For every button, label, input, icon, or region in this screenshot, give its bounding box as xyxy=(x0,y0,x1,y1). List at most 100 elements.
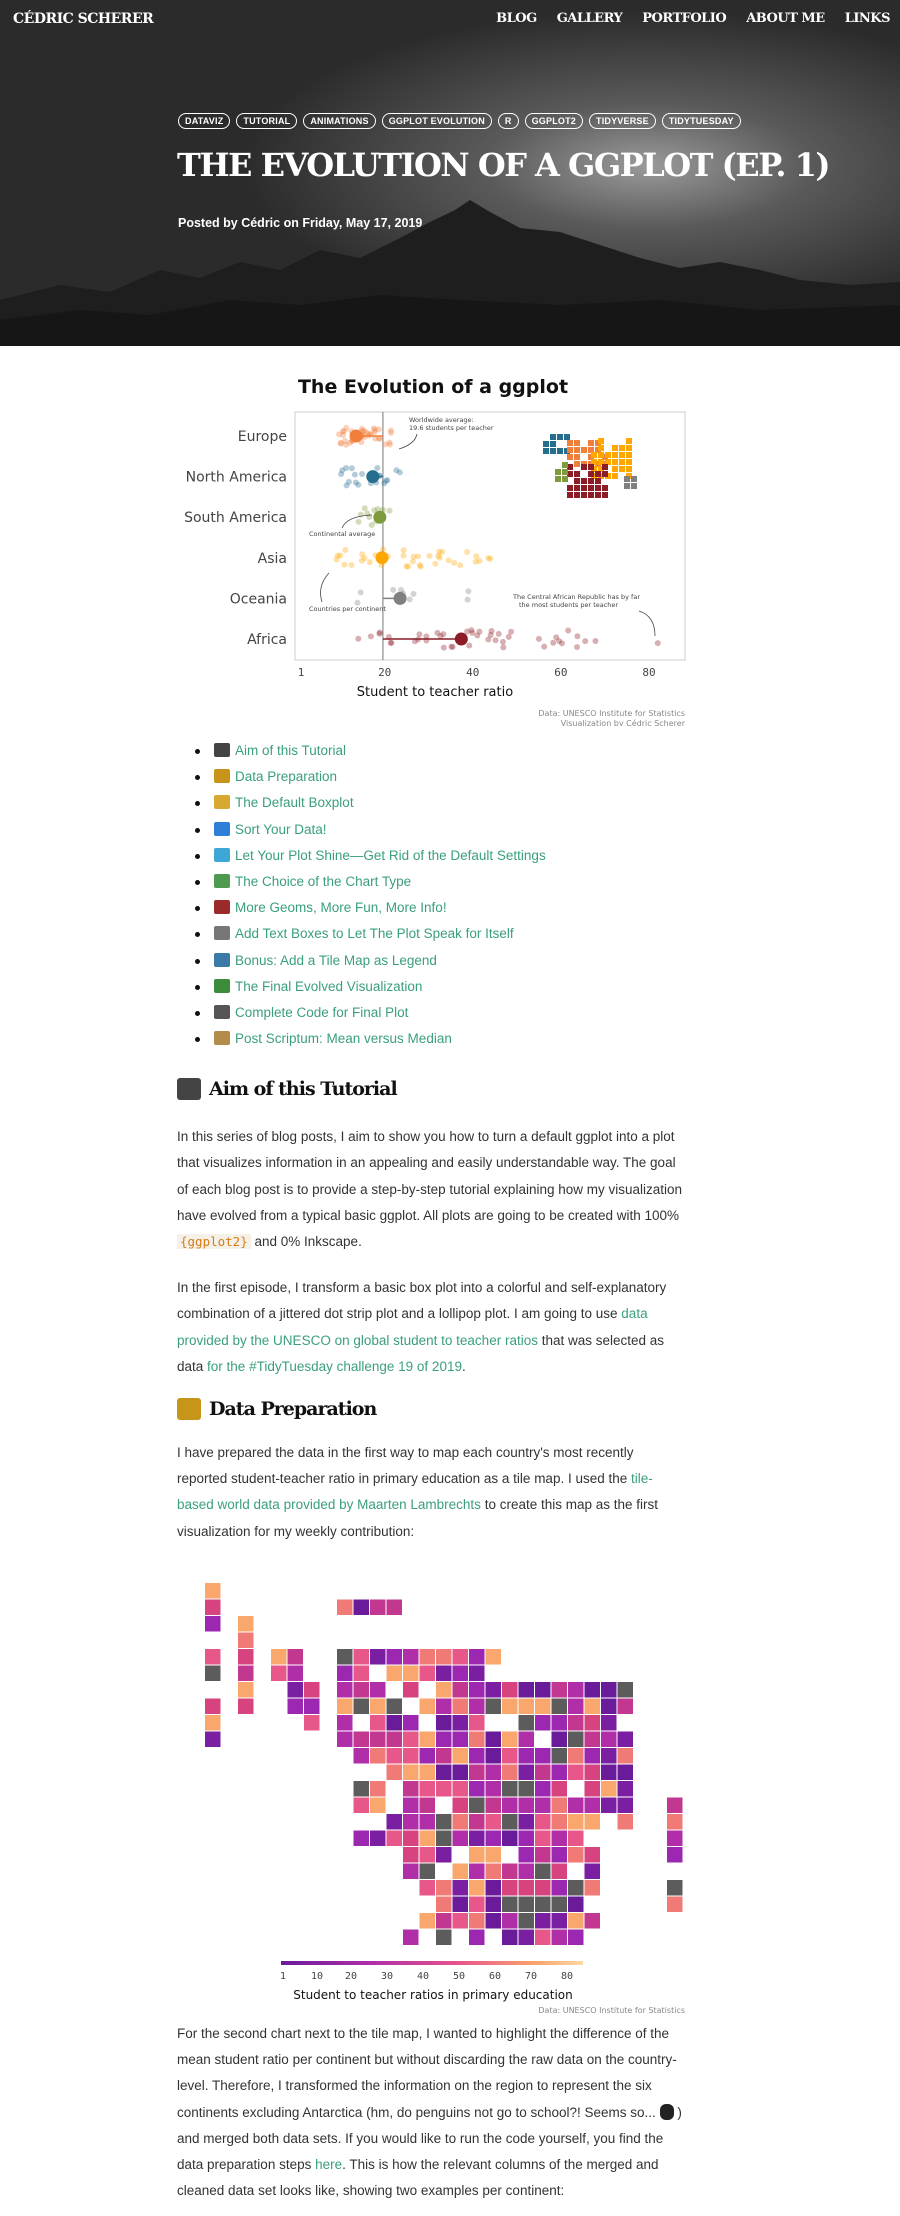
country-tile xyxy=(568,1813,584,1830)
country-tile xyxy=(436,1780,452,1797)
toc-item: Post Scriptum: Mean versus Median xyxy=(177,1026,687,1052)
country-point xyxy=(335,431,342,438)
country-tile xyxy=(551,1846,567,1863)
tile-map-svg: 1 10 20 30 40 50 60 70 80 Student to teacher rat… xyxy=(205,1582,685,2015)
country-tile xyxy=(485,1813,501,1830)
country-tile xyxy=(205,1698,221,1714)
legend-tile xyxy=(588,440,594,446)
country-tile xyxy=(403,1747,419,1764)
country-tile xyxy=(469,1813,485,1830)
country-tile xyxy=(535,1846,551,1863)
country-tile xyxy=(353,1780,369,1797)
country-tile xyxy=(403,1929,419,1945)
country-tile xyxy=(337,1599,353,1615)
country-point xyxy=(457,562,464,569)
paragraph-aim-2: In the first episode, I transform a basi… xyxy=(177,1280,667,1374)
nav-link-portfolio[interactable]: Portfolio xyxy=(642,11,726,26)
country-point xyxy=(404,563,411,570)
country-tile xyxy=(502,1698,518,1714)
country-tile xyxy=(518,1863,534,1879)
tag-ggplot2[interactable]: ggplot2 xyxy=(524,113,583,129)
nav-link-gallery[interactable]: Gallery xyxy=(557,11,623,26)
toc-item: More Geoms, More Fun, More Info! xyxy=(177,895,687,921)
country-tile xyxy=(419,1846,435,1863)
country-point xyxy=(376,629,383,636)
toc-link-aim[interactable]: Aim of this Tutorial xyxy=(235,743,346,758)
country-tile xyxy=(469,1747,485,1764)
tag-tidyverse[interactable]: tidyverse xyxy=(589,113,656,129)
country-tile xyxy=(469,1698,485,1714)
country-tile xyxy=(551,1731,567,1747)
toc-link-more-geoms[interactable]: More Geoms, More Fun, More Info! xyxy=(235,900,447,915)
toc-link-data-prep[interactable]: Data Preparation xyxy=(235,769,337,784)
tag-ggplot-evolution[interactable]: ggplot evolution xyxy=(381,113,492,129)
toc-link-post-scriptum[interactable]: Post Scriptum: Mean versus Median xyxy=(235,1031,452,1046)
link-data-prep-steps[interactable]: here xyxy=(315,2157,342,2172)
country-point xyxy=(466,642,473,649)
toc-item: Sort Your Data! xyxy=(177,817,687,843)
country-tile xyxy=(469,1797,485,1813)
country-tile xyxy=(287,1665,303,1681)
legend-tile xyxy=(598,452,604,458)
legend-tile xyxy=(612,466,618,472)
country-point xyxy=(386,507,393,514)
x-tick-label: 60 xyxy=(554,666,567,679)
country-tile xyxy=(353,1731,369,1747)
sprout-icon xyxy=(214,795,230,810)
brand-logo[interactable]: Cédric Scherer xyxy=(13,11,154,27)
nav-link-blog[interactable]: Blog xyxy=(496,11,537,26)
toc-link-text-boxes[interactable]: Add Text Boxes to Let The Plot Speak for… xyxy=(235,926,514,941)
tag-animations[interactable]: animations xyxy=(303,113,376,129)
country-point xyxy=(499,638,506,645)
world-map-icon xyxy=(214,952,230,967)
legend-tile xyxy=(574,454,580,460)
toc-item: Add Text Boxes to Let The Plot Speak for… xyxy=(177,921,687,947)
country-tile xyxy=(551,1830,567,1846)
country-tile xyxy=(485,1797,501,1813)
toc-link-shine[interactable]: Let Your Plot Shine—Get Rid of the Defau… xyxy=(235,848,546,863)
legend-tick-label: 80 xyxy=(561,1971,573,1982)
country-tile xyxy=(535,1912,551,1929)
toc-link-chart-type[interactable]: The Choice of the Chart Type xyxy=(235,874,411,889)
toc-link-final-viz[interactable]: The Final Evolved Visualization xyxy=(235,979,422,994)
country-tile xyxy=(436,1846,452,1863)
country-point xyxy=(432,560,439,567)
nav-link-links[interactable]: Links xyxy=(845,11,891,26)
link-tidytuesday[interactable]: for the #TidyTuesday challenge 19 of 201… xyxy=(207,1359,462,1374)
country-tile xyxy=(568,1896,584,1912)
package-icon xyxy=(214,769,230,784)
tag-tidytuesday[interactable]: TidyTuesday xyxy=(661,113,741,129)
country-tile xyxy=(452,1731,468,1747)
legend-tile xyxy=(619,445,625,451)
country-tile xyxy=(386,1698,402,1714)
toc-link-tile-map[interactable]: Bonus: Add a Tile Map as Legend xyxy=(235,953,437,968)
country-point xyxy=(439,548,446,555)
country-tile xyxy=(419,1780,435,1797)
toc-link-default-boxplot[interactable]: The Default Boxplot xyxy=(235,795,354,810)
heading-data-prep: Data Preparation xyxy=(177,1398,687,1421)
country-point xyxy=(472,558,479,565)
ggplot2-code: {ggplot2} xyxy=(177,1234,251,1250)
tag-r[interactable]: R xyxy=(497,113,519,129)
tag-tutorial[interactable]: tutorial xyxy=(236,113,298,129)
country-tile xyxy=(403,1863,419,1879)
country-tile xyxy=(452,1698,468,1714)
memo-icon xyxy=(214,1031,230,1046)
country-point xyxy=(500,644,507,651)
country-tile xyxy=(601,1797,617,1813)
country-tile xyxy=(386,1830,402,1846)
legend-tile xyxy=(555,469,561,475)
country-point xyxy=(451,559,458,566)
country-tile xyxy=(353,1599,369,1615)
legend-tile xyxy=(631,476,637,482)
country-tile xyxy=(370,1714,386,1731)
country-tile xyxy=(568,1698,584,1714)
toc-link-sort[interactable]: Sort Your Data! xyxy=(235,822,327,837)
country-point xyxy=(352,479,359,486)
toc-link-complete-code[interactable]: Complete Code for Final Plot xyxy=(235,1005,408,1020)
country-point xyxy=(437,633,444,640)
tag-dataviz[interactable]: dataviz xyxy=(178,113,231,129)
country-tile xyxy=(568,1929,584,1945)
country-tile xyxy=(452,1648,468,1665)
nav-link-about[interactable]: About me xyxy=(746,11,825,26)
